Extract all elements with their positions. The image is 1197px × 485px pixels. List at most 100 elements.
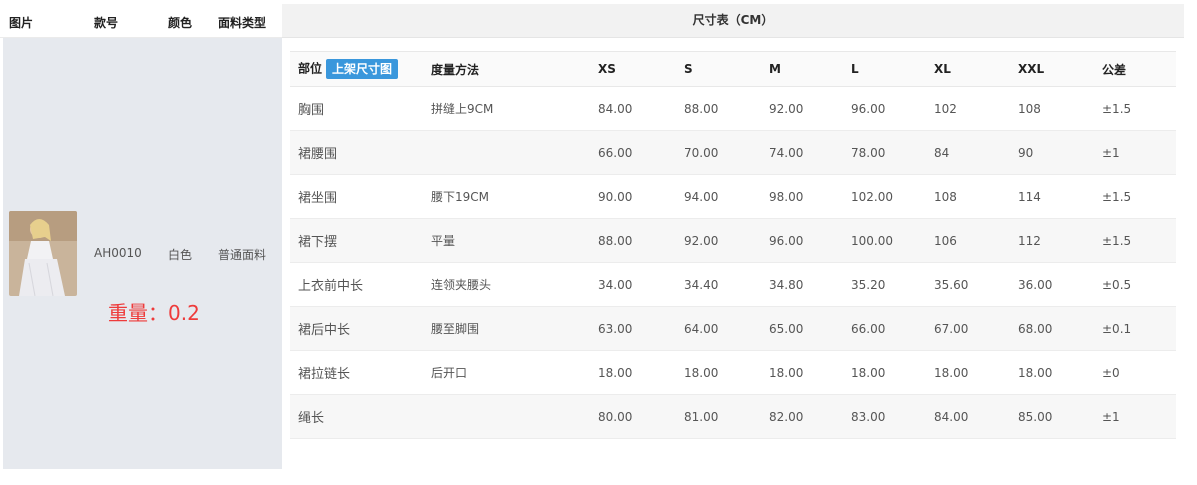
product-fabric: 普通面料: [218, 248, 267, 262]
cell-xs: 84.00: [590, 86, 676, 131]
table-row: 裙腰围 66.00 70.00 74.00 78.00 84 90 ±1: [290, 130, 1176, 175]
cell-xxl: 85.00: [1010, 394, 1094, 439]
cell-s: 34.40: [676, 262, 761, 307]
col-header-xxl: XXL: [1010, 51, 1094, 87]
cell-tolerance: ±1.5: [1094, 218, 1176, 263]
table-row: 裙坐围 腰下19CM 90.00 94.00 98.00 102.00 108 114 ±1.5: [290, 174, 1176, 219]
cell-l: 18.00: [843, 350, 926, 395]
table-row: 绳长 80.00 81.00 82.00 83.00 84.00 85.00 ±1: [290, 394, 1176, 439]
cell-m: 82.00: [761, 394, 843, 439]
product-thumbnail[interactable]: [9, 211, 77, 296]
cell-tolerance: ±0: [1094, 350, 1176, 395]
cell-tolerance: ±1.5: [1094, 174, 1176, 219]
cell-tolerance: ±0.5: [1094, 262, 1176, 307]
product-photo-icon: [9, 211, 77, 296]
cell-m: 98.00: [761, 174, 843, 219]
header-color: 颜色: [168, 16, 193, 30]
cell-xs: 34.00: [590, 262, 676, 307]
size-chart-title: 尺寸表（CM）: [282, 4, 1184, 38]
cell-s: 18.00: [676, 350, 761, 395]
cell-xl: 106: [926, 218, 1010, 263]
col-header-part-label: 部位: [298, 61, 323, 76]
cell-s: 92.00: [676, 218, 761, 263]
cell-method: [423, 394, 590, 439]
cell-xl: 84.00: [926, 394, 1010, 439]
cell-xxl: 114: [1010, 174, 1094, 219]
cell-part: 胸围: [290, 86, 423, 131]
cell-m: 74.00: [761, 130, 843, 175]
cell-part: 裙后中长: [290, 306, 423, 351]
col-header-method: 度量方法: [423, 51, 590, 87]
cell-m: 18.00: [761, 350, 843, 395]
cell-tolerance: ±1: [1094, 394, 1176, 439]
cell-l: 66.00: [843, 306, 926, 351]
header-fabric: 面料类型: [218, 16, 267, 30]
cell-xs: 90.00: [590, 174, 676, 219]
cell-part: 裙腰围: [290, 130, 423, 175]
cell-xl: 108: [926, 174, 1010, 219]
cell-part: 裙拉链长: [290, 350, 423, 395]
col-header-xs: XS: [590, 51, 676, 87]
cell-xs: 80.00: [590, 394, 676, 439]
cell-tolerance: ±0.1: [1094, 306, 1176, 351]
cell-xxl: 68.00: [1010, 306, 1094, 351]
cell-xl: 35.60: [926, 262, 1010, 307]
col-header-m: M: [761, 51, 843, 87]
table-row: 上衣前中长 连领夹腰头 34.00 34.40 34.80 35.20 35.60 36.00…: [290, 262, 1176, 307]
table-row: 胸围 拼缝上9CM 84.00 88.00 92.00 96.00 102 108 ±1.5: [290, 86, 1176, 131]
cell-l: 102.00: [843, 174, 926, 219]
cell-xs: 18.00: [590, 350, 676, 395]
product-weight: 重量：0.2: [108, 301, 200, 325]
cell-xl: 67.00: [926, 306, 1010, 351]
cell-xxl: 112: [1010, 218, 1094, 263]
cell-method: 腰至脚围: [423, 306, 590, 351]
cell-method: 腰下19CM: [423, 174, 590, 219]
col-header-part: 部位 上架尺寸图: [290, 51, 423, 87]
product-row: AH0010 白色 普通面料 重量：0.2: [3, 38, 282, 469]
cell-method: 后开口: [423, 350, 590, 395]
product-table-header: 图片 款号 颜色 面料类型: [0, 4, 282, 38]
col-header-s: S: [676, 51, 761, 87]
header-code: 款号: [94, 16, 119, 30]
cell-xxl: 18.00: [1010, 350, 1094, 395]
cell-l: 78.00: [843, 130, 926, 175]
cell-xl: 18.00: [926, 350, 1010, 395]
col-header-tolerance: 公差: [1094, 51, 1176, 87]
cell-xxl: 36.00: [1010, 262, 1094, 307]
cell-part: 上衣前中长: [290, 262, 423, 307]
cell-l: 35.20: [843, 262, 926, 307]
table-row: 裙后中长 腰至脚围 63.00 64.00 65.00 66.00 67.00 68.00 ±0…: [290, 306, 1176, 351]
cell-tolerance: ±1.5: [1094, 86, 1176, 131]
cell-s: 88.00: [676, 86, 761, 131]
cell-l: 96.00: [843, 86, 926, 131]
cell-s: 70.00: [676, 130, 761, 175]
cell-part: 绳长: [290, 394, 423, 439]
cell-m: 92.00: [761, 86, 843, 131]
cell-xxl: 90: [1010, 130, 1094, 175]
cell-method: 连领夹腰头: [423, 262, 590, 307]
size-chart-header-row: 部位 上架尺寸图 度量方法 XS S M L XL XXL 公差: [290, 51, 1176, 87]
cell-xl: 84: [926, 130, 1010, 175]
table-row: 裙拉链长 后开口 18.00 18.00 18.00 18.00 18.00 18.00 ±0: [290, 350, 1176, 395]
cell-s: 64.00: [676, 306, 761, 351]
cell-m: 96.00: [761, 218, 843, 263]
cell-m: 65.00: [761, 306, 843, 351]
cell-m: 34.80: [761, 262, 843, 307]
cell-xl: 102: [926, 86, 1010, 131]
upload-size-chart-button[interactable]: 上架尺寸图: [326, 59, 399, 79]
cell-s: 81.00: [676, 394, 761, 439]
cell-method: [423, 130, 590, 175]
cell-xs: 66.00: [590, 130, 676, 175]
table-row: 裙下摆 平量 88.00 92.00 96.00 100.00 106 112 ±1.5: [290, 218, 1176, 263]
cell-method: 拼缝上9CM: [423, 86, 590, 131]
cell-l: 83.00: [843, 394, 926, 439]
cell-part: 裙坐围: [290, 174, 423, 219]
product-color: 白色: [168, 248, 193, 262]
col-header-l: L: [843, 51, 926, 87]
cell-method: 平量: [423, 218, 590, 263]
cell-tolerance: ±1: [1094, 130, 1176, 175]
product-code: AH0010: [94, 246, 142, 260]
size-chart-table: 部位 上架尺寸图 度量方法 XS S M L XL XXL 公差 胸围 拼缝上9CM…: [290, 51, 1176, 439]
cell-xs: 88.00: [590, 218, 676, 263]
col-header-xl: XL: [926, 51, 1010, 87]
